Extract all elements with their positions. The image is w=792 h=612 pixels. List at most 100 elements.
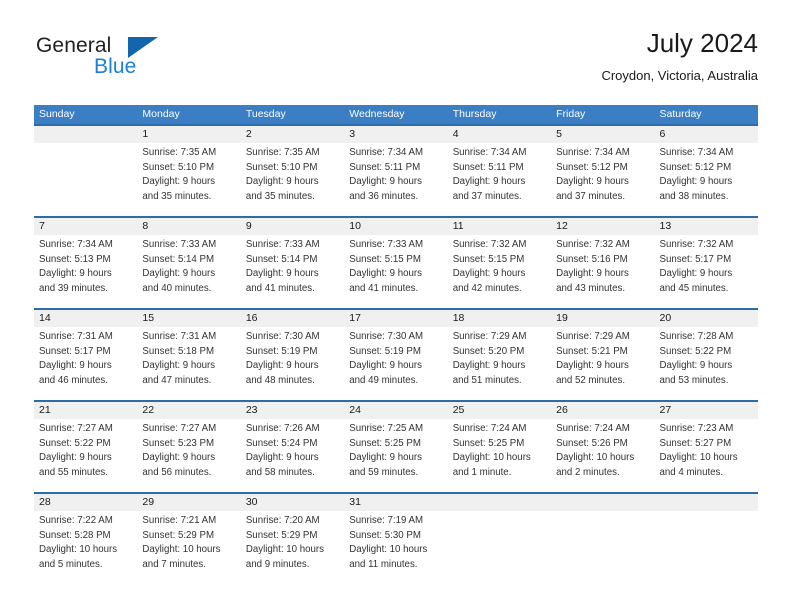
brand-name-blue: Blue: [94, 55, 137, 78]
daylight-text-line1: Daylight: 9 hours: [659, 176, 733, 188]
daylight-text-line1: Daylight: 10 hours: [349, 544, 428, 556]
daylight-text-line1: Daylight: 9 hours: [659, 268, 733, 280]
day-cell: Sunrise: 7:32 AM Sunset: 5:15 PM Dayligh…: [448, 235, 551, 308]
daylight-text-line2: and 48 minutes.: [245, 374, 315, 386]
daylight-text-line2: and 5 minutes.: [39, 558, 103, 570]
sunset-text: Sunset: 5:19 PM: [245, 345, 318, 357]
week-daynumber-band: 28 29 30 31: [34, 494, 758, 511]
day-number: 8: [142, 220, 149, 232]
daylight-text-line1: Daylight: 10 hours: [659, 452, 738, 464]
day-cell: Sunrise: 7:25 AM Sunset: 5:25 PM Dayligh…: [344, 419, 447, 492]
calendar-page: General Blue July 2024 Croydon, Victoria…: [0, 0, 792, 612]
sunrise-text: Sunrise: 7:30 AM: [349, 331, 424, 342]
week-detail-row: Sunrise: 7:31 AM Sunset: 5:17 PM Dayligh…: [34, 327, 758, 400]
sunrise-text: Sunrise: 7:30 AM: [245, 331, 320, 342]
sunset-text: Sunset: 5:21 PM: [556, 345, 628, 357]
sunrise-text: Sunrise: 7:24 AM: [556, 423, 630, 434]
daylight-text-line2: and 58 minutes.: [245, 466, 315, 478]
daylight-text-line2: and 37 minutes.: [556, 190, 626, 202]
daylight-text-line1: Daylight: 9 hours: [349, 452, 422, 464]
daylight-text-line2: and 1 minute.: [452, 466, 512, 478]
week-daynumber-band: 7 8 9 10 11 12 13: [34, 218, 758, 235]
daylight-text-line1: Daylight: 10 hours: [452, 452, 531, 464]
day-cell: Sunrise: 7:34 AM Sunset: 5:11 PM Dayligh…: [344, 143, 447, 216]
day-cell: Sunrise: 7:33 AM Sunset: 5:15 PM Dayligh…: [344, 235, 447, 308]
day-number: 13: [659, 220, 672, 232]
sunset-text: Sunset: 5:28 PM: [39, 529, 111, 541]
daylight-text-line1: Daylight: 9 hours: [556, 176, 629, 188]
sunrise-text: Sunrise: 7:31 AM: [142, 331, 217, 342]
daylight-text-line1: Daylight: 9 hours: [39, 360, 112, 372]
sunset-text: Sunset: 5:16 PM: [556, 253, 628, 265]
title-block: July 2024 Croydon, Victoria, Australia: [601, 28, 758, 85]
sunrise-text: Sunrise: 7:34 AM: [452, 147, 527, 158]
day-cell: Sunrise: 7:34 AM Sunset: 5:13 PM Dayligh…: [34, 235, 137, 308]
daylight-text-line2: and 45 minutes.: [659, 282, 729, 294]
daylight-text-line2: and 41 minutes.: [245, 282, 315, 294]
week-daynumber-band: 21 22 23 24 25 26 27: [34, 402, 758, 419]
day-number: 23: [245, 404, 258, 416]
day-cell: Sunrise: 7:22 AM Sunset: 5:28 PM Dayligh…: [34, 511, 137, 584]
daylight-text-line2: and 9 minutes.: [245, 558, 310, 570]
day-number: 15: [142, 312, 155, 324]
sunrise-text: Sunrise: 7:32 AM: [452, 239, 527, 250]
sunrise-text: Sunrise: 7:19 AM: [349, 515, 424, 526]
day-number: 18: [452, 312, 465, 324]
weekday-header-saturday: Saturday: [659, 108, 702, 120]
sunrise-text: Sunrise: 7:26 AM: [245, 423, 320, 434]
sunset-text: Sunset: 5:22 PM: [659, 345, 732, 357]
sunrise-text: Sunrise: 7:21 AM: [142, 515, 217, 526]
daylight-text-line1: Daylight: 9 hours: [452, 268, 526, 280]
day-number: 11: [452, 220, 464, 232]
daylight-text-line1: Daylight: 9 hours: [349, 268, 422, 280]
day-cell: Sunrise: 7:31 AM Sunset: 5:17 PM Dayligh…: [34, 327, 137, 400]
day-cell: Sunrise: 7:34 AM Sunset: 5:12 PM Dayligh…: [655, 143, 758, 216]
daylight-text-line1: Daylight: 9 hours: [39, 452, 112, 464]
sunset-text: Sunset: 5:18 PM: [142, 345, 215, 357]
day-number: 25: [452, 404, 465, 416]
daylight-text-line2: and 35 minutes.: [245, 190, 315, 202]
daylight-text-line2: and 2 minutes.: [556, 466, 620, 478]
sunrise-text: Sunrise: 7:20 AM: [245, 515, 320, 526]
daylight-text-line1: Daylight: 9 hours: [452, 176, 526, 188]
day-number: [448, 494, 551, 511]
sunset-text: Sunset: 5:15 PM: [452, 253, 525, 265]
sunrise-text: Sunrise: 7:25 AM: [349, 423, 424, 434]
sunset-text: Sunset: 5:29 PM: [245, 529, 318, 541]
sunset-text: Sunset: 5:17 PM: [659, 253, 732, 265]
sunset-text: Sunset: 5:19 PM: [349, 345, 421, 357]
sunrise-text: Sunrise: 7:22 AM: [39, 515, 113, 526]
weekday-header-sunday: Sunday: [39, 108, 75, 120]
sunrise-text: Sunrise: 7:28 AM: [659, 331, 734, 342]
day-number: 22: [142, 404, 155, 416]
day-cell: Sunrise: 7:29 AM Sunset: 5:21 PM Dayligh…: [551, 327, 654, 400]
day-cell: Sunrise: 7:29 AM Sunset: 5:20 PM Dayligh…: [448, 327, 551, 400]
daylight-text-line2: and 53 minutes.: [659, 374, 729, 386]
sunrise-text: Sunrise: 7:33 AM: [349, 239, 424, 250]
daylight-text-line2: and 41 minutes.: [349, 282, 419, 294]
daylight-text-line1: Daylight: 9 hours: [142, 176, 216, 188]
day-number: 4: [452, 128, 459, 140]
day-number: [34, 126, 137, 143]
day-cell: Sunrise: 7:34 AM Sunset: 5:11 PM Dayligh…: [448, 143, 551, 216]
daylight-text-line1: Daylight: 9 hours: [556, 268, 629, 280]
sunrise-text: Sunrise: 7:35 AM: [245, 147, 320, 158]
sunrise-text: Sunrise: 7:29 AM: [452, 331, 527, 342]
sunset-text: Sunset: 5:11 PM: [452, 161, 524, 173]
daylight-text-line2: and 35 minutes.: [142, 190, 212, 202]
calendar-grid: Sunday Monday Tuesday Wednesday Thursday…: [34, 105, 758, 584]
day-cell: Sunrise: 7:21 AM Sunset: 5:29 PM Dayligh…: [137, 511, 240, 584]
day-number: [655, 494, 758, 511]
daylight-text-line2: and 47 minutes.: [142, 374, 212, 386]
daylight-text-line1: Daylight: 10 hours: [39, 544, 118, 556]
weekday-header-wednesday: Wednesday: [349, 108, 405, 120]
day-cell: Sunrise: 7:24 AM Sunset: 5:25 PM Dayligh…: [448, 419, 551, 492]
sunset-text: Sunset: 5:25 PM: [349, 437, 421, 449]
day-number: 29: [142, 496, 155, 508]
daylight-text-line1: Daylight: 9 hours: [452, 360, 526, 372]
daylight-text-line1: Daylight: 9 hours: [659, 360, 733, 372]
day-number: 19: [556, 312, 568, 324]
week-detail-row: Sunrise: 7:34 AM Sunset: 5:13 PM Dayligh…: [34, 235, 758, 308]
sunrise-text: Sunrise: 7:34 AM: [659, 147, 734, 158]
sunset-text: Sunset: 5:14 PM: [142, 253, 215, 265]
